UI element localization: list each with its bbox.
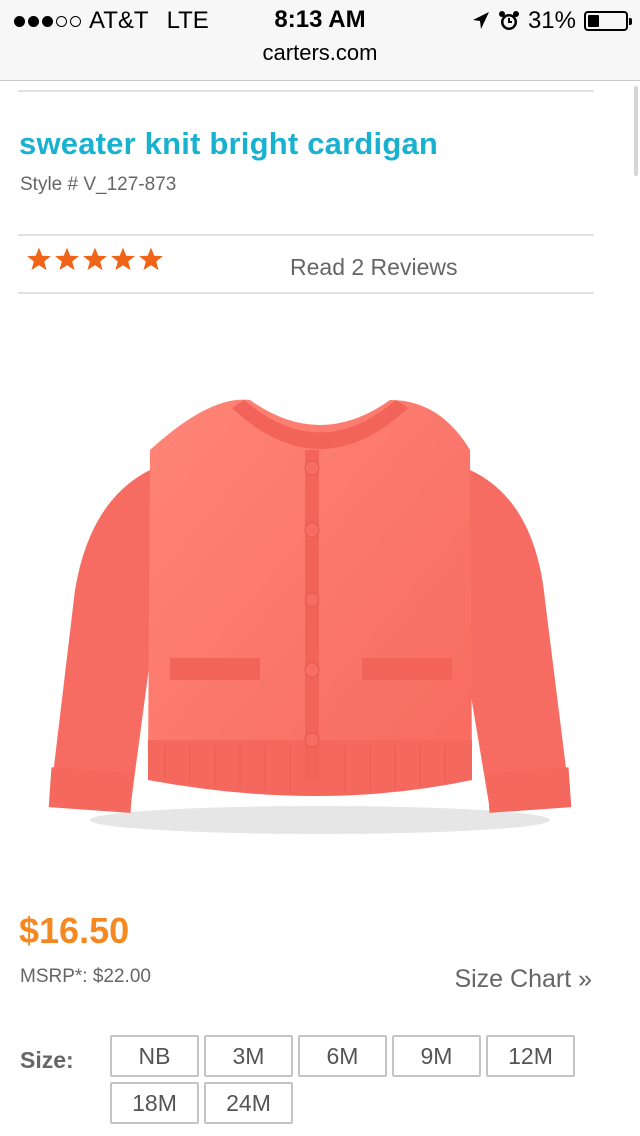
url-bar[interactable]: carters.com <box>0 40 640 81</box>
size-label: Size: <box>20 1047 74 1073</box>
status-bar: AT&T LTE 8:13 AM 31% <box>0 0 640 40</box>
star-icon <box>55 247 79 271</box>
product-image <box>48 399 572 834</box>
star-icon <box>111 247 135 271</box>
location-arrow-icon <box>472 12 489 29</box>
size-selector: NB 3M 6M 9M 12M 18M 24M <box>110 1035 590 1124</box>
size-option-6m[interactable]: 6M <box>298 1035 387 1077</box>
divider <box>18 90 594 92</box>
size-option-3m[interactable]: 3M <box>204 1035 293 1077</box>
size-option-12m[interactable]: 12M <box>486 1035 575 1077</box>
battery-icon <box>584 11 632 31</box>
read-reviews-link[interactable]: Read 2 Reviews <box>290 254 457 281</box>
star-icon <box>27 247 51 271</box>
size-chart-link[interactable]: Size Chart » <box>454 965 592 994</box>
status-right: 31% <box>472 6 632 36</box>
product-title: sweater knit bright cardigan <box>19 126 439 161</box>
star-icon <box>139 247 163 271</box>
size-option-18m[interactable]: 18M <box>110 1082 199 1124</box>
msrp: MSRP*: $22.00 <box>20 966 151 987</box>
style-number: Style # V_127-873 <box>20 174 177 195</box>
size-option-24m[interactable]: 24M <box>204 1082 293 1124</box>
battery-percent: 31% <box>527 7 576 34</box>
size-option-nb[interactable]: NB <box>110 1035 199 1077</box>
rating-row: Read 2 Reviews <box>18 234 594 294</box>
price: $16.50 <box>19 910 130 951</box>
alarm-clock-icon <box>498 11 519 30</box>
size-option-9m[interactable]: 9M <box>392 1035 481 1077</box>
star-icon <box>83 247 107 271</box>
scrollbar[interactable] <box>634 86 638 176</box>
star-rating <box>26 246 164 272</box>
